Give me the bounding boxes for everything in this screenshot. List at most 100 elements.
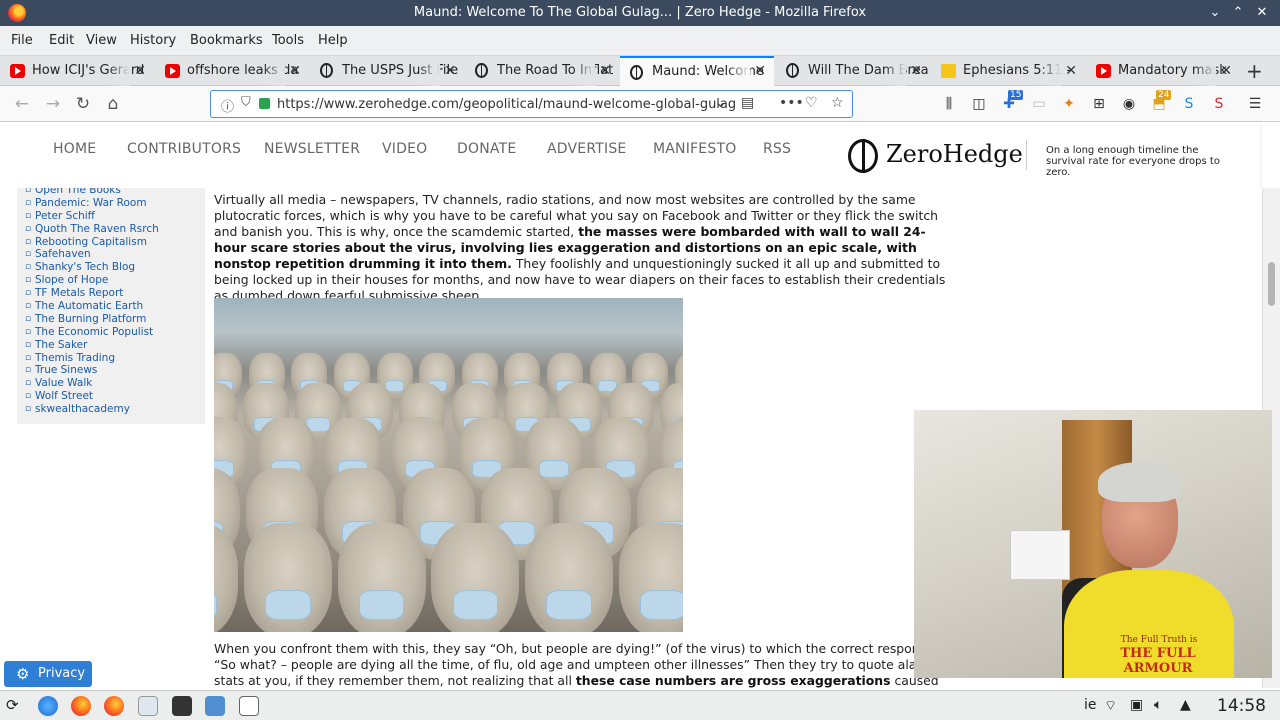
sidebar-link[interactable]: True Sinews xyxy=(25,364,159,377)
editor-icon[interactable] xyxy=(138,696,158,716)
tabs-icon[interactable]: ▭ xyxy=(1030,95,1048,113)
s-extension-icon[interactable]: S xyxy=(1210,95,1228,113)
forward-icon[interactable]: → xyxy=(42,93,64,115)
menu-view[interactable]: View xyxy=(86,33,117,48)
menu-file[interactable]: File xyxy=(11,33,33,48)
tab-6[interactable]: Will The Dam Brea ✕ xyxy=(776,56,930,86)
firefox-taskbar-icon[interactable] xyxy=(71,696,91,716)
pocket-icon[interactable]: ♡ xyxy=(805,95,818,111)
home-icon[interactable]: ⌂ xyxy=(102,93,124,115)
clock[interactable]: 14:58 xyxy=(1217,696,1266,716)
nav-advertise[interactable]: ADVERTISE xyxy=(547,141,626,157)
extension-2-badge: 24 xyxy=(1156,90,1172,100)
sidebar-link[interactable]: Slope of Hope xyxy=(25,274,159,287)
tab-4[interactable]: The Road To Inflat ✕ xyxy=(465,56,619,86)
sidebar-link[interactable]: The Burning Platform xyxy=(25,313,159,326)
library-icon[interactable]: ⫼ xyxy=(940,95,958,113)
keyboard-layout[interactable]: ie xyxy=(1084,697,1097,713)
nav-rss[interactable]: RSS xyxy=(763,141,791,157)
nav-contributors[interactable]: CONTRIBUTORS xyxy=(127,141,241,157)
shirt-text-line2: THE FULL ARMOUR xyxy=(1120,646,1196,676)
privacy-label: Privacy xyxy=(38,666,86,681)
sidebar-link[interactable]: skwealthacademy xyxy=(25,403,159,416)
sidebar-link[interactable]: The Automatic Earth xyxy=(25,300,159,313)
terminal-icon[interactable] xyxy=(172,696,192,716)
menu-tools[interactable]: Tools xyxy=(272,33,304,48)
close-tab-icon[interactable]: ✕ xyxy=(289,56,301,86)
close-tab-icon[interactable]: ✕ xyxy=(444,56,456,86)
close-tab-icon[interactable]: ✕ xyxy=(1220,56,1232,86)
new-tab-button[interactable]: + xyxy=(1246,59,1263,83)
reload-icon[interactable]: ↻ xyxy=(72,93,94,115)
tab-7[interactable]: Ephesians 5:11 - ✕ xyxy=(931,56,1085,86)
sidebar-link[interactable]: Themis Trading xyxy=(25,352,159,365)
gear-icon: ⚙ xyxy=(16,665,30,683)
hamburger-menu-icon[interactable]: ☰ xyxy=(1246,95,1264,113)
close-tab-icon[interactable]: ✕ xyxy=(134,56,146,86)
maximize-icon[interactable]: ⌃ xyxy=(1228,3,1248,23)
bookmark-star-icon[interactable]: ☆ xyxy=(831,95,844,111)
close-window-icon[interactable]: ✕ xyxy=(1252,3,1272,23)
sidebar-link[interactable]: Shanky's Tech Blog xyxy=(25,261,159,274)
sidebar-link[interactable]: Open The Books xyxy=(25,188,159,197)
file-manager-icon[interactable] xyxy=(205,696,225,716)
close-tab-icon[interactable]: ✕ xyxy=(1065,56,1077,86)
scrollbar-thumb[interactable] xyxy=(1268,262,1275,306)
blogroll-sidebar: Open The BooksPandemic: War RoomPeter Sc… xyxy=(17,188,205,424)
nav-video[interactable]: VIDEO xyxy=(382,141,427,157)
info-icon[interactable]: ⓘ xyxy=(221,96,234,115)
sidebar-link[interactable]: Peter Schiff xyxy=(25,210,159,223)
browser-globe-icon[interactable] xyxy=(38,696,58,716)
wifi-icon[interactable]: ⌔ xyxy=(1104,697,1117,715)
minimize-icon[interactable]: ⌄ xyxy=(1205,3,1225,23)
menu-help[interactable]: Help xyxy=(318,33,348,48)
sidebar-link[interactable]: Pandemic: War Room xyxy=(25,197,159,210)
sidebar-link[interactable]: The Economic Populist xyxy=(25,326,159,339)
url-bar[interactable]: ⓘ ⛉ https://www.zerohedge.com/geopolitic… xyxy=(210,90,853,118)
tab-3[interactable]: The USPS Just File ✕ xyxy=(310,56,464,86)
dropdown-icon[interactable]: ⌄ xyxy=(715,95,727,111)
addon-icon[interactable]: ✦ xyxy=(1060,95,1078,113)
account-icon[interactable]: ◉ xyxy=(1120,95,1138,113)
sidebar-icon[interactable]: ◫ xyxy=(970,95,988,113)
zerohedge-icon xyxy=(320,63,333,78)
nav-home[interactable]: HOME xyxy=(53,141,96,157)
clipboard-icon[interactable]: ▣ xyxy=(1130,697,1143,713)
menu-history[interactable]: History xyxy=(130,33,176,48)
screenshot-icon[interactable] xyxy=(239,696,259,716)
sidebar-link[interactable]: Value Walk xyxy=(25,377,159,390)
url-text[interactable]: https://www.zerohedge.com/geopolitical/m… xyxy=(277,97,736,112)
volume-icon[interactable]: 🔈︎ xyxy=(1154,697,1162,713)
sidebar-link[interactable]: TF Metals Report xyxy=(25,287,159,300)
nav-manifesto[interactable]: MANIFESTO xyxy=(653,141,736,157)
nav-donate[interactable]: DONATE xyxy=(457,141,516,157)
sidebar-link[interactable]: Safehaven xyxy=(25,248,159,261)
tab-8[interactable]: Mandatory mask ✕ xyxy=(1086,56,1240,86)
firefox-taskbar-icon-2[interactable] xyxy=(104,696,124,716)
app-launcher-icon[interactable]: ⟳ xyxy=(6,696,26,716)
skype-icon[interactable]: S xyxy=(1180,95,1198,113)
close-tab-icon[interactable]: ✕ xyxy=(599,56,611,86)
sidebar-link[interactable]: The Saker xyxy=(25,339,159,352)
back-icon[interactable]: ← xyxy=(11,93,33,115)
tracking-shield-icon[interactable]: ⛉ xyxy=(241,95,251,110)
nav-newsletter[interactable]: NEWSLETTER xyxy=(264,141,360,157)
tab-1[interactable]: How ICIJ's Gerard ✕ xyxy=(0,56,154,86)
close-tab-icon[interactable]: ✕ xyxy=(754,58,766,85)
taskbar: ⟳ ie ⌔ ▣ 🔈︎ ▲ 14:58 xyxy=(0,690,1280,720)
sidebar-link[interactable]: Quoth The Raven Rsrch xyxy=(25,223,159,236)
tab-5-active[interactable]: Maund: Welcome ✕ xyxy=(620,56,774,86)
page-actions-icon[interactable]: ••• xyxy=(779,95,804,111)
grid-icon[interactable]: ⊞ xyxy=(1090,95,1108,113)
sidebar-link[interactable]: Rebooting Capitalism xyxy=(25,236,159,249)
menu-edit[interactable]: Edit xyxy=(49,33,74,48)
zerohedge-icon xyxy=(630,65,643,80)
lock-icon[interactable] xyxy=(259,98,270,109)
privacy-button[interactable]: ⚙ Privacy xyxy=(4,661,92,687)
tray-expand-icon[interactable]: ▲ xyxy=(1180,697,1191,713)
reader-view-icon[interactable]: ▤ xyxy=(741,95,754,111)
menu-bookmarks[interactable]: Bookmarks xyxy=(190,33,263,48)
sidebar-link[interactable]: Wolf Street xyxy=(25,390,159,403)
tab-2[interactable]: offshore leaks da ✕ xyxy=(155,56,309,86)
close-tab-icon[interactable]: ✕ xyxy=(910,56,922,86)
